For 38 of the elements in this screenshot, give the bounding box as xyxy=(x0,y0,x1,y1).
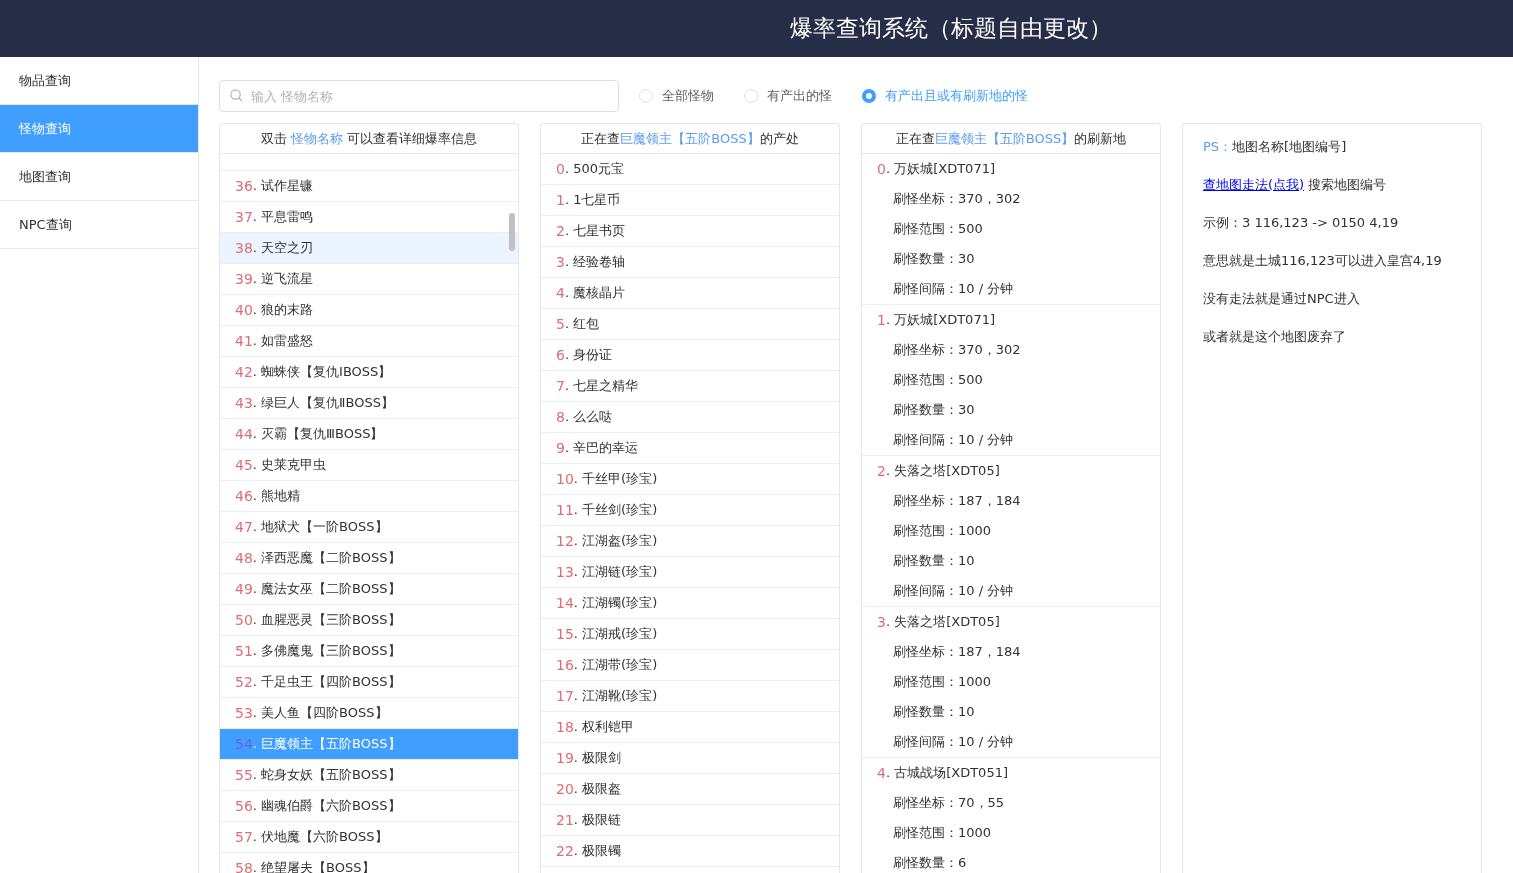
spawn-detail: 刷怪数量：10 xyxy=(892,703,976,721)
spawn-heading: 正在查巨魔领主【五阶BOSS】的刷新地 xyxy=(862,124,1160,154)
spawn-detail: 刷怪坐标：370，302 xyxy=(892,341,1022,359)
spawn-map: 2. 失落之塔[XDT05] xyxy=(876,462,1001,481)
spawn-detail: 刷怪坐标：187，184 xyxy=(892,643,1022,661)
note-line: 或者就是这个地图废弃了 xyxy=(1203,328,1347,346)
note-line: 意思就是土城116,123可以进入皇宫4,19 xyxy=(1203,252,1443,270)
spawn-detail: 刷怪范围：1000 xyxy=(892,673,993,691)
spawn-map: 1. 万妖城[XDT071] xyxy=(876,311,996,330)
spawn-detail: 刷怪数量：10 xyxy=(892,552,976,570)
spawn-detail: 刷怪范围：1000 xyxy=(892,824,993,842)
spawn-detail: 刷怪数量：6 xyxy=(892,854,968,872)
spawn-map: 3. 失落之塔[XDT05] xyxy=(876,613,1001,632)
list-hint: 双击 怪物名称 可以查看详细爆率信息 xyxy=(220,124,518,154)
spawn-detail: 刷怪范围：500 xyxy=(892,220,984,238)
spawn-detail: 刷怪坐标：70，55 xyxy=(892,794,1006,812)
spawn-detail: 刷怪间隔：10 / 分钟 xyxy=(892,582,1015,600)
spawn-detail: 刷怪坐标：187，184 xyxy=(892,492,1022,510)
note-line: 示例：3 116,123 -> 0150 4,19 xyxy=(1203,214,1400,232)
spawn-map: 4. 古城战场[XDT051] xyxy=(876,764,1009,783)
note-line: 没有走法就是通过NPC进入 xyxy=(1203,290,1361,308)
spawn-detail: 刷怪范围：1000 xyxy=(892,522,993,540)
spawn-detail: 刷怪范围：500 xyxy=(892,371,984,389)
monster-row[interactable]: 38. 天空之刃 xyxy=(220,233,518,264)
search-field[interactable]: 输入 怪物名称 xyxy=(219,80,619,112)
spawn-detail: 刷怪间隔：10 / 分钟 xyxy=(892,733,1015,751)
note-line: 搜索地图编号 xyxy=(1307,176,1387,194)
filter-radio[interactable]: 全部怪物 xyxy=(639,87,714,105)
note-line: PS：地图名称[地图编号] xyxy=(1203,138,1348,156)
spawn-detail: 刷怪间隔：10 / 分钟 xyxy=(892,431,1015,449)
spawn-detail: 刷怪数量：30 xyxy=(892,401,976,419)
map-route-link[interactable]: 查地图走法(点我) xyxy=(1203,176,1305,194)
spawn-detail: 刷怪间隔：10 / 分钟 xyxy=(892,280,1015,298)
spawn-detail: 刷怪数量：30 xyxy=(892,250,976,268)
filter-radio[interactable]: 有产出的怪 xyxy=(744,87,832,105)
spawn-map: 0. 万妖城[XDT071] xyxy=(876,160,996,179)
page-title: 爆率查询系统（标题自由更改） xyxy=(790,14,1112,43)
spawn-detail: 刷怪坐标：370，302 xyxy=(892,190,1022,208)
